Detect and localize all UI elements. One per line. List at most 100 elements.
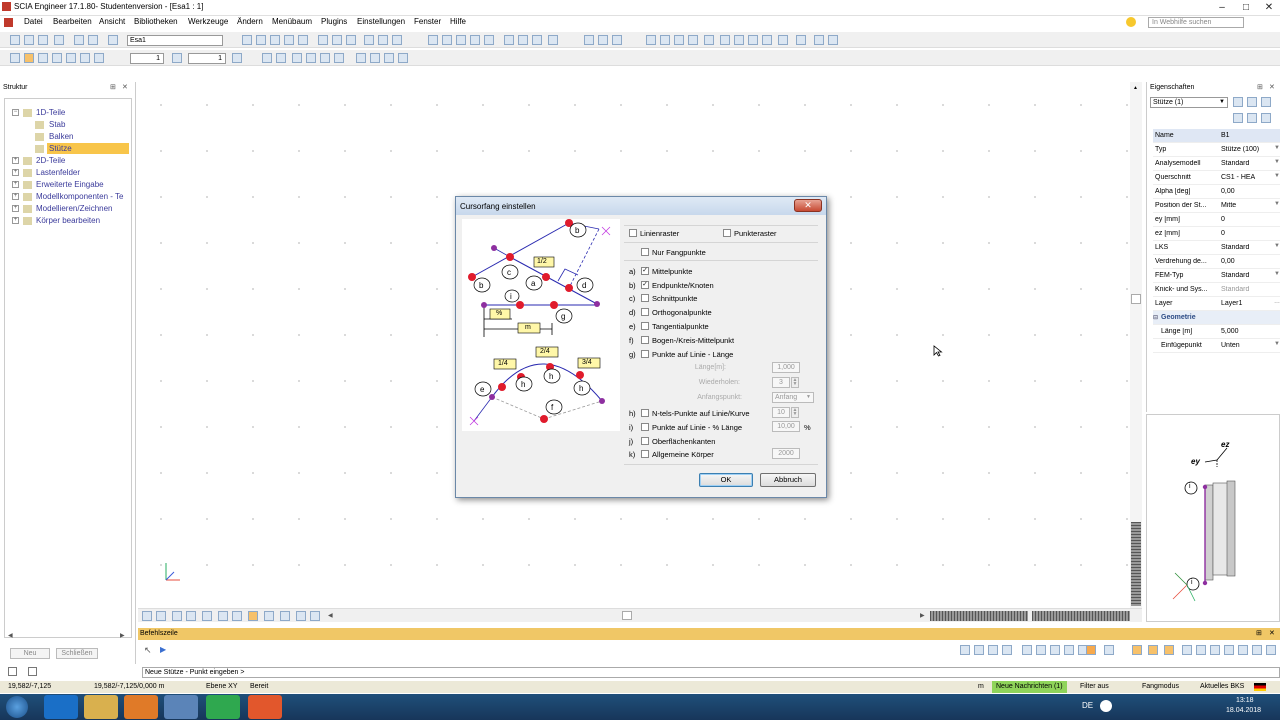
bogen-mittelpunkt-checkbox[interactable]: [641, 336, 649, 344]
layer-icon-3[interactable]: [456, 35, 466, 45]
mode-icon-2[interactable]: [28, 667, 37, 676]
tool-icon-4[interactable]: [1064, 645, 1074, 655]
mittelpunkte-checkbox[interactable]: ✓: [641, 267, 649, 275]
arrow-cursor-icon[interactable]: ↖: [144, 645, 152, 656]
spin-input-1[interactable]: 1: [130, 53, 164, 64]
view-icon-3[interactable]: [270, 35, 280, 45]
camera-icon[interactable]: [814, 35, 824, 45]
find-icon[interactable]: [598, 35, 608, 45]
expand-icon[interactable]: −: [12, 109, 19, 116]
collapse-icon[interactable]: ⊟: [1153, 314, 1158, 321]
view-icon-5[interactable]: [298, 35, 308, 45]
tree-item-1d-teile[interactable]: 1D-Teile: [36, 107, 65, 118]
ok-button[interactable]: OK: [699, 473, 753, 487]
tool-icon-7[interactable]: [1196, 645, 1206, 655]
tool-icon-3[interactable]: [1050, 645, 1060, 655]
render-icon-3[interactable]: [532, 35, 542, 45]
prop-row[interactable]: Querschnitt CS1 - HEA ▼: [1153, 171, 1280, 185]
prop-row[interactable]: Verdrehung de... 0,00: [1153, 255, 1280, 269]
select-all-icon[interactable]: [1247, 97, 1257, 107]
zoom-icon-4[interactable]: [688, 35, 698, 45]
prop-row[interactable]: Einfügepunkt Unten ▼: [1153, 339, 1280, 353]
new-button[interactable]: Neu: [10, 648, 50, 659]
undo-icon[interactable]: [74, 35, 84, 45]
tool-icon-9[interactable]: [1224, 645, 1234, 655]
menu-aendern[interactable]: Ändern: [237, 17, 263, 26]
explorer-icon[interactable]: [84, 695, 118, 719]
scroll-thumb[interactable]: [1131, 294, 1141, 304]
layer-icon-2[interactable]: [442, 35, 452, 45]
prop-value[interactable]: Standard: [1221, 160, 1271, 167]
prop-row[interactable]: ez [mm] 0: [1153, 227, 1280, 241]
chevron-down-icon[interactable]: ▼: [1274, 201, 1280, 207]
copy-icon[interactable]: [332, 35, 342, 45]
close-icon[interactable]: ✕: [1269, 629, 1275, 637]
snap-icon-7[interactable]: [94, 53, 104, 63]
punkteraster-checkbox[interactable]: [723, 229, 731, 237]
app-c-red-icon[interactable]: [248, 695, 282, 719]
ntels-punkte-checkbox[interactable]: [641, 409, 649, 417]
settings-icon[interactable]: [1261, 113, 1271, 123]
node-icon-6[interactable]: [334, 53, 344, 63]
ie-icon[interactable]: [44, 695, 78, 719]
filter-icon[interactable]: [612, 35, 622, 45]
orthogonalpunkte-checkbox[interactable]: [641, 308, 649, 316]
prop-row[interactable]: Knick- und Sys... Standard: [1153, 283, 1280, 297]
start-icon[interactable]: [6, 696, 28, 718]
view-icon-2[interactable]: [256, 35, 266, 45]
cancel-button[interactable]: Abbruch: [760, 473, 816, 487]
pan-icon[interactable]: [778, 35, 788, 45]
node-icon-10[interactable]: [398, 53, 408, 63]
node-icon-1[interactable]: [262, 53, 272, 63]
dialog-close-button[interactable]: ✕: [794, 199, 822, 212]
prop-value[interactable]: Mitte: [1221, 202, 1271, 209]
dialog-titlebar[interactable]: Cursorfang einstellen ✕: [456, 197, 826, 215]
smiley-icon[interactable]: [1126, 17, 1136, 27]
zoom-in-icon[interactable]: [720, 35, 730, 45]
node-icon-2[interactable]: [276, 53, 286, 63]
project-select[interactable]: Esa1: [127, 35, 223, 46]
oberflaechenkanten-checkbox[interactable]: [641, 437, 649, 445]
tree-item-stab[interactable]: Stab: [49, 119, 65, 130]
more-icon[interactable]: …: [1274, 299, 1280, 305]
scroll-right-icon[interactable]: ▶: [920, 612, 925, 619]
chevron-down-icon[interactable]: ▼: [1274, 243, 1280, 249]
select-icon[interactable]: [584, 35, 594, 45]
prop-value[interactable]: 5,000: [1221, 328, 1271, 335]
view-toggle-icon-1[interactable]: [142, 611, 152, 621]
prop-row[interactable]: Layer Layer1…: [1153, 297, 1280, 311]
punkte-prozent-checkbox[interactable]: [641, 423, 649, 431]
mode-icon-1[interactable]: [8, 667, 17, 676]
prop-value[interactable]: Unten: [1221, 342, 1271, 349]
view-toggle-icon-7[interactable]: [232, 611, 242, 621]
prop-value[interactable]: Standard: [1221, 244, 1271, 251]
app-c-green-icon[interactable]: [206, 695, 240, 719]
view-toggle-icon-3[interactable]: [172, 611, 182, 621]
command-input[interactable]: Neue Stütze - Punkt eingeben >: [142, 667, 1280, 678]
new-file-icon[interactable]: [10, 35, 20, 45]
scroll-bar-fill[interactable]: [1131, 522, 1141, 606]
snap-icon-1[interactable]: [10, 53, 20, 63]
snap-mode-icon-3[interactable]: [1164, 645, 1174, 655]
display-icon[interactable]: [828, 35, 838, 45]
chevron-down-icon[interactable]: ▼: [1274, 173, 1280, 179]
network-icon[interactable]: [164, 695, 198, 719]
expand-icon[interactable]: +: [12, 181, 19, 188]
draw-arc-icon[interactable]: [988, 645, 998, 655]
zoom-icon-5[interactable]: [704, 35, 714, 45]
snap-mode-icon-1[interactable]: [1132, 645, 1142, 655]
schnittpunkte-checkbox[interactable]: [641, 294, 649, 302]
prop-value[interactable]: 0: [1221, 230, 1271, 237]
layer-icon-4[interactable]: [470, 35, 480, 45]
chevron-down-icon[interactable]: ▼: [1274, 159, 1280, 165]
open-file-icon[interactable]: [24, 35, 34, 45]
prop-value[interactable]: Stütze (100): [1221, 146, 1271, 153]
edit-icon[interactable]: [1233, 113, 1243, 123]
mirror-icon[interactable]: [392, 35, 402, 45]
view-toggle-icon-12[interactable]: [310, 611, 320, 621]
close-icon[interactable]: ✕: [122, 83, 128, 91]
grid-icon[interactable]: [232, 53, 242, 63]
pin-icon[interactable]: ⊞: [1257, 83, 1263, 91]
view-toggle-icon-5[interactable]: [202, 611, 212, 621]
snap-icon-4[interactable]: [52, 53, 62, 63]
